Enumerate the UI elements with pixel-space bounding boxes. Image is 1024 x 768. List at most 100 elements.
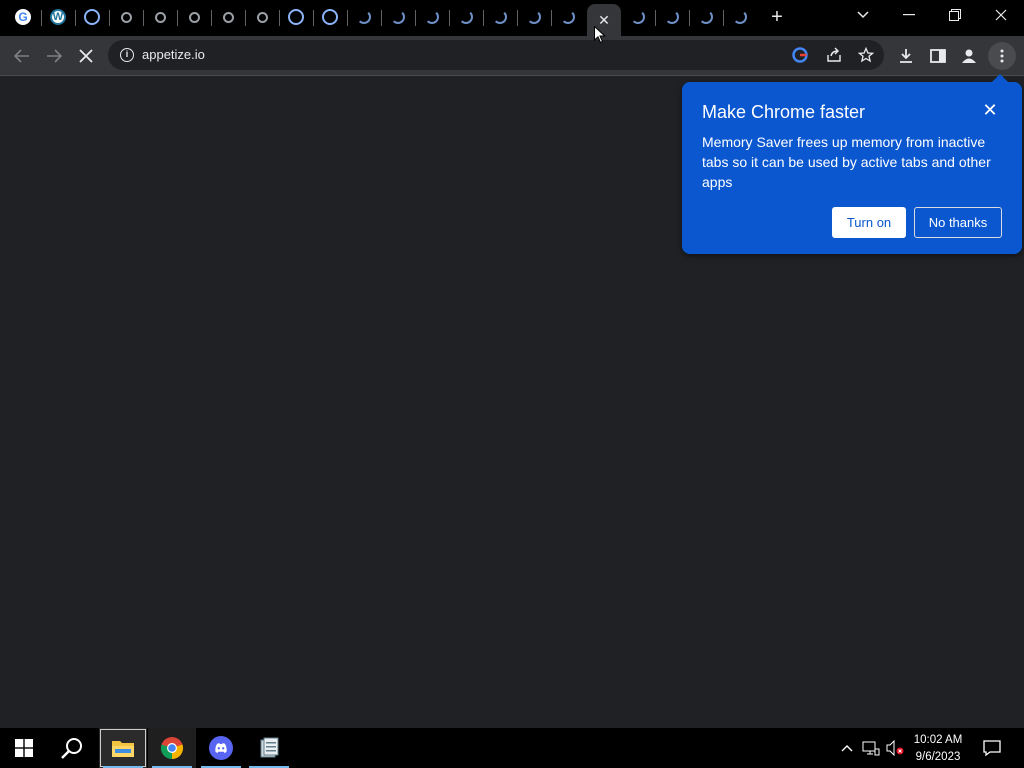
app-taskbar-button[interactable] bbox=[245, 728, 293, 768]
downloads-button[interactable] bbox=[892, 42, 920, 70]
tab-search-button[interactable] bbox=[840, 0, 886, 30]
close-dialog-icon[interactable]: ✕ bbox=[980, 100, 1000, 120]
loading-spinner-icon bbox=[425, 10, 439, 24]
clock-time: 10:02 AM bbox=[913, 734, 963, 746]
wordpress-icon: W bbox=[50, 9, 66, 25]
bubble-arrow bbox=[992, 74, 1008, 82]
windows-taskbar: 10:02 AM 9/6/2023 bbox=[0, 728, 1024, 768]
site-icon bbox=[188, 11, 200, 23]
action-center-icon bbox=[983, 740, 1001, 756]
folder-icon bbox=[112, 741, 134, 757]
discord-taskbar-button[interactable] bbox=[197, 728, 245, 768]
site-icon bbox=[322, 9, 338, 25]
tab[interactable] bbox=[143, 2, 177, 32]
tab[interactable] bbox=[723, 2, 757, 32]
more-vertical-icon bbox=[1000, 49, 1004, 63]
bookmark-star-icon[interactable] bbox=[856, 45, 876, 65]
tab[interactable] bbox=[381, 2, 415, 32]
loading-spinner-icon bbox=[631, 10, 645, 24]
profile-icon bbox=[962, 49, 976, 63]
tab[interactable] bbox=[211, 2, 245, 32]
tab[interactable] bbox=[483, 2, 517, 32]
site-icon bbox=[222, 11, 234, 23]
url-text[interactable]: appetize.io bbox=[142, 47, 205, 62]
tab[interactable] bbox=[279, 2, 313, 32]
arrow-right-icon bbox=[47, 49, 62, 63]
new-tab-button[interactable]: + bbox=[764, 6, 790, 30]
site-icon bbox=[120, 11, 132, 23]
site-icon bbox=[84, 9, 100, 25]
side-panel-button[interactable] bbox=[924, 42, 952, 70]
close-window-button[interactable] bbox=[978, 0, 1024, 30]
loading-spinner-icon bbox=[733, 10, 747, 24]
search-icon bbox=[61, 738, 82, 759]
tab[interactable]: W bbox=[41, 2, 75, 32]
google-lens-icon[interactable] bbox=[790, 45, 810, 65]
tab[interactable] bbox=[347, 2, 381, 32]
chrome-menu-button[interactable] bbox=[988, 42, 1016, 70]
tab[interactable] bbox=[75, 2, 109, 32]
browser-toolbar: i appetize.io bbox=[0, 36, 1024, 76]
loading-spinner-icon bbox=[459, 10, 473, 24]
stop-loading-button[interactable] bbox=[72, 42, 100, 70]
loading-spinner-icon bbox=[493, 10, 507, 24]
restore-button[interactable] bbox=[932, 0, 978, 30]
start-button[interactable] bbox=[0, 728, 48, 768]
notifications-button[interactable] bbox=[982, 740, 1002, 756]
document-stack-icon bbox=[260, 737, 279, 758]
back-button[interactable] bbox=[8, 42, 36, 70]
tab[interactable] bbox=[655, 2, 689, 32]
screen: G W ✕ + i appetize.io Make Chrome faster… bbox=[0, 0, 1024, 768]
side-panel-icon bbox=[930, 49, 946, 63]
memory-saver-dialog: Make Chrome faster ✕ Memory Saver frees … bbox=[682, 74, 1022, 254]
loading-spinner-icon bbox=[391, 10, 405, 24]
site-icon bbox=[256, 11, 268, 23]
tab[interactable] bbox=[517, 2, 551, 32]
no-thanks-button[interactable]: No thanks bbox=[914, 207, 1002, 238]
clock[interactable]: 10:02 AM 9/6/2023 bbox=[906, 732, 970, 766]
chrome-taskbar-button[interactable] bbox=[148, 728, 196, 768]
dialog-body: Memory Saver frees up memory from inacti… bbox=[702, 134, 991, 190]
tab[interactable] bbox=[177, 2, 211, 32]
close-icon bbox=[995, 9, 1007, 21]
tab[interactable] bbox=[689, 2, 723, 32]
tab[interactable]: G bbox=[6, 2, 40, 32]
dialog-title: Make Chrome faster bbox=[702, 102, 866, 122]
clock-date: 9/6/2023 bbox=[915, 751, 961, 763]
discord-icon bbox=[209, 736, 233, 760]
loading-spinner-icon bbox=[527, 10, 541, 24]
loading-spinner-icon bbox=[357, 10, 371, 24]
minimize-button[interactable] bbox=[886, 0, 932, 30]
search-button[interactable] bbox=[48, 728, 96, 768]
tab[interactable] bbox=[245, 2, 279, 32]
close-icon bbox=[79, 49, 93, 63]
arrow-left-icon bbox=[14, 49, 29, 63]
tab[interactable] bbox=[415, 2, 449, 32]
share-icon[interactable] bbox=[824, 45, 844, 65]
show-hidden-icons-button[interactable] bbox=[838, 740, 856, 756]
volume-muted-icon[interactable] bbox=[886, 740, 904, 756]
tab-strip: G W ✕ + bbox=[0, 0, 1024, 36]
tab[interactable] bbox=[621, 2, 655, 32]
google-icon: G bbox=[15, 9, 31, 25]
tab[interactable] bbox=[109, 2, 143, 32]
download-icon bbox=[900, 49, 912, 63]
site-icon bbox=[288, 9, 304, 25]
profile-button[interactable] bbox=[955, 42, 983, 70]
file-explorer-button[interactable] bbox=[99, 728, 147, 768]
tab[interactable] bbox=[551, 2, 585, 32]
chrome-icon bbox=[160, 737, 184, 760]
forward-button[interactable] bbox=[40, 42, 68, 70]
chevron-up-icon bbox=[841, 745, 853, 752]
turn-on-button[interactable]: Turn on bbox=[832, 207, 906, 238]
windows-logo-icon bbox=[15, 739, 33, 757]
loading-spinner-icon bbox=[699, 10, 713, 24]
loading-spinner-icon bbox=[665, 10, 679, 24]
network-icon[interactable] bbox=[862, 740, 880, 756]
address-bar[interactable]: i appetize.io bbox=[108, 40, 884, 70]
site-icon bbox=[154, 11, 166, 23]
tab[interactable] bbox=[313, 2, 347, 32]
tab[interactable] bbox=[449, 2, 483, 32]
loading-spinner-icon bbox=[561, 10, 575, 24]
site-info-icon[interactable]: i bbox=[120, 48, 134, 62]
